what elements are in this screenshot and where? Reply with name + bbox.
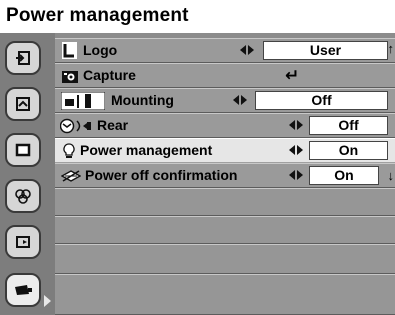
input-icon — [16, 51, 30, 65]
menu-row-logo[interactable]: Logo User ↑ — [55, 38, 395, 63]
power-management-value[interactable]: On — [309, 141, 388, 160]
tab-display[interactable] — [5, 225, 41, 259]
color-icon — [15, 189, 31, 204]
adjust-arrows-icon[interactable] — [240, 45, 254, 56]
menu-label-mounting: Mounting — [111, 92, 174, 108]
logo-icon — [62, 42, 77, 59]
power-off-confirmation-value[interactable]: On — [309, 166, 379, 185]
display-icon — [16, 236, 30, 248]
menu-row-empty — [55, 216, 395, 244]
adjust-arrows-icon[interactable] — [289, 120, 303, 131]
menu-row-empty — [55, 188, 395, 216]
menu-row-mounting[interactable]: Mounting Off — [55, 88, 395, 113]
screen-icon — [16, 97, 30, 111]
menu-label-power-off-confirmation: Power off confirmation — [85, 167, 238, 183]
menu-row-empty — [55, 274, 395, 315]
setting-icon — [15, 285, 32, 295]
mounting-value[interactable]: Off — [255, 91, 388, 110]
menu-label-power-management: Power management — [80, 142, 213, 158]
page-title: Power management — [6, 5, 189, 26]
bulb-icon — [63, 143, 75, 158]
menu-label-logo: Logo — [83, 42, 118, 58]
scroll-up-icon[interactable]: ↑ — [388, 41, 395, 56]
mounting-icon — [61, 92, 105, 110]
menu-tab-column — [0, 33, 55, 315]
menu-row-power-management[interactable]: Power management On — [55, 138, 395, 163]
rear-icon — [60, 118, 91, 134]
adjust-arrows-icon[interactable] — [233, 95, 247, 106]
tab-setting[interactable] — [5, 273, 41, 307]
menu-row-power-off-confirmation[interactable]: Power off confirmation On ↓ — [55, 163, 395, 188]
enter-icon[interactable]: ↵ — [285, 66, 299, 86]
tab-color[interactable] — [5, 179, 41, 213]
logo-value[interactable]: User — [263, 41, 388, 60]
settings-menu: Logo User ↑ Capture ↵ Mounting Off Rear … — [0, 33, 395, 315]
menu-row-empty — [55, 244, 395, 274]
power-off-icon — [61, 170, 81, 182]
active-tab-arrow-icon — [44, 295, 51, 307]
rear-value[interactable]: Off — [309, 116, 388, 135]
tab-screen[interactable] — [5, 87, 41, 121]
menu-row-capture[interactable]: Capture ↵ — [55, 63, 395, 88]
adjust-arrows-icon[interactable] — [289, 170, 303, 181]
adjust-arrows-icon[interactable] — [289, 145, 303, 156]
menu-label-capture: Capture — [83, 67, 136, 83]
tab-input[interactable] — [5, 41, 41, 75]
scroll-down-icon[interactable]: ↓ — [388, 168, 395, 183]
tab-image[interactable] — [5, 133, 41, 167]
camera-icon — [62, 71, 78, 83]
menu-row-rear[interactable]: Rear Off — [55, 113, 395, 138]
image-icon — [15, 143, 31, 157]
menu-label-rear: Rear — [97, 117, 129, 133]
